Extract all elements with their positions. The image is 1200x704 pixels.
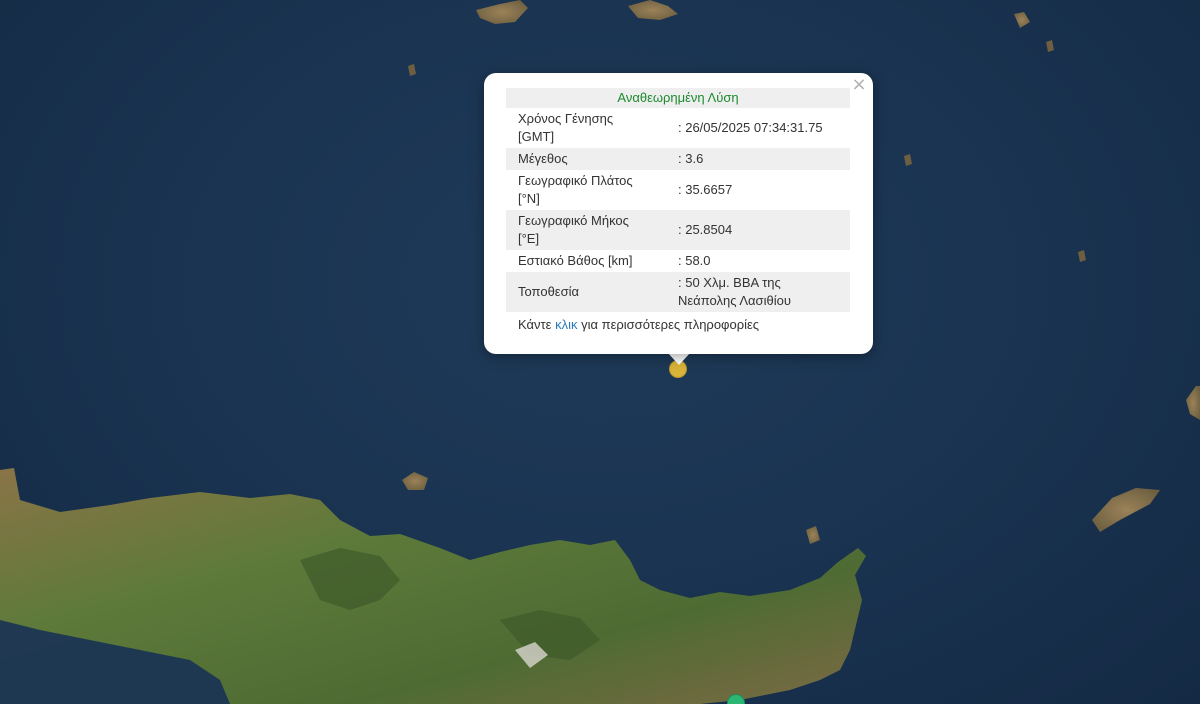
table-row: Γεωγραφικό Πλάτος [°N] : 35.6657 [506,170,850,210]
table-row: Εστιακό Βάθος [km] : 58.0 [506,250,850,272]
magnitude-label: Μέγεθος [506,148,648,170]
island-dia [402,472,428,490]
table-row: Γεωγραφικό Μήκος [°E] : 25.8504 [506,210,850,250]
location-label: Τοποθεσία [506,272,648,312]
more-info-prefix: Κάντε [518,317,556,332]
latitude-value: : 35.6657 [678,182,733,197]
more-info-text: Κάντε κλικ για περισσότερες πληροφορίες [506,314,850,336]
earthquake-info-popup: × Αναθεωρημένη Λύση Χρόνος Γένησης [GMT]… [484,73,873,354]
table-row: Μέγεθος : 3.6 [506,148,850,170]
origin-time-value: : 26/05/2025 07:34:31.75 [678,120,823,135]
close-icon[interactable]: × [851,76,867,94]
table-row: Χρόνος Γένησης [GMT] : 26/05/2025 07:34:… [506,108,850,148]
depth-label: Εστιακό Βάθος [km] [518,253,633,268]
island-east-1 [1092,488,1160,532]
popup-content: Αναθεωρημένη Λύση Χρόνος Γένησης [GMT] :… [506,88,850,336]
popup-heading: Αναθεωρημένη Λύση [506,88,850,108]
satellite-map[interactable]: × Αναθεωρημένη Λύση Χρόνος Γένησης [GMT]… [0,0,1200,704]
depth-value: : 58.0 [678,253,711,268]
more-info-suffix: για περισσότερες πληροφορίες [577,317,760,332]
longitude-label: Γεωγραφικό Μήκος [°E] [506,210,648,250]
earthquake-info-table: Αναθεωρημένη Λύση Χρόνος Γένησης [GMT] :… [506,88,850,312]
island-north-2 [628,0,678,20]
island-east-2 [1186,386,1200,420]
table-row: Τοποθεσία : 50 Χλμ. ΒΒΑ της Νεάπολης Λασ… [506,272,850,312]
island-north-1 [476,0,528,24]
magnitude-value: : 3.6 [648,148,850,170]
more-info-link[interactable]: κλικ [555,317,577,332]
table-row: Αναθεωρημένη Λύση [506,88,850,108]
origin-time-label: Χρόνος Γένησης [GMT] [518,111,614,144]
latitude-label: Γεωγραφικό Πλάτος [°N] [518,173,633,206]
longitude-value: : 25.8504 [648,210,850,250]
location-value: : 50 Χλμ. ΒΒΑ της Νεάπολης Λασιθίου [648,272,850,312]
island-northeast [1014,12,1030,28]
